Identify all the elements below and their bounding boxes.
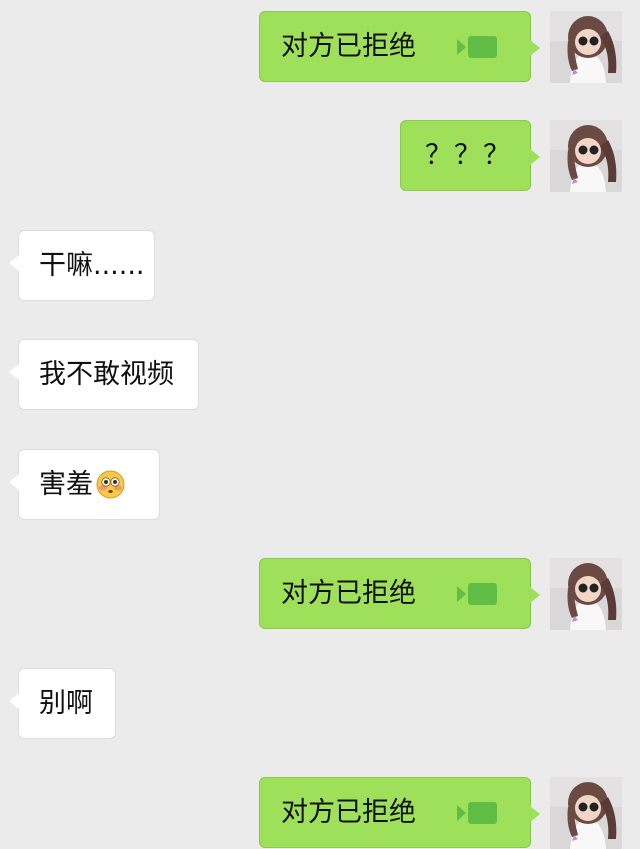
message-text: 对方已拒绝: [281, 31, 416, 62]
message-text: 干嘛......: [39, 250, 145, 281]
video-call-icon: [457, 583, 497, 605]
message-bubble-incoming[interactable]: 干嘛......: [9, 230, 155, 301]
video-call-icon: [457, 36, 497, 58]
message-bubble-outgoing[interactable]: 对方已拒绝: [259, 558, 540, 629]
message-bubble-outgoing[interactable]: 对方已拒绝: [259, 777, 540, 848]
message-text: 我不敢视频: [39, 359, 174, 390]
message-text: ？？？: [425, 140, 512, 171]
chat-window: 对方已拒绝 ？？？ 干嘛...... 我不敢视频 害羞 对方已拒绝 别啊 对方已…: [0, 0, 640, 849]
message-bubble-incoming[interactable]: 我不敢视频: [9, 339, 199, 410]
message-bubble-outgoing[interactable]: ？？？: [400, 120, 540, 191]
message-text: 害羞: [39, 469, 93, 500]
avatar[interactable]: [550, 120, 622, 192]
message-bubble-incoming[interactable]: 别啊: [9, 668, 116, 739]
message-text: 对方已拒绝: [281, 578, 416, 609]
message-bubble-incoming[interactable]: 害羞: [9, 449, 160, 520]
message-text: 别啊: [39, 688, 93, 719]
flushed-face-icon: [96, 470, 125, 499]
message-text: 对方已拒绝: [281, 797, 416, 828]
avatar[interactable]: [550, 777, 622, 849]
video-call-icon: [457, 802, 497, 824]
avatar[interactable]: [550, 11, 622, 83]
message-bubble-outgoing[interactable]: 对方已拒绝: [259, 11, 540, 82]
avatar[interactable]: [550, 558, 622, 630]
